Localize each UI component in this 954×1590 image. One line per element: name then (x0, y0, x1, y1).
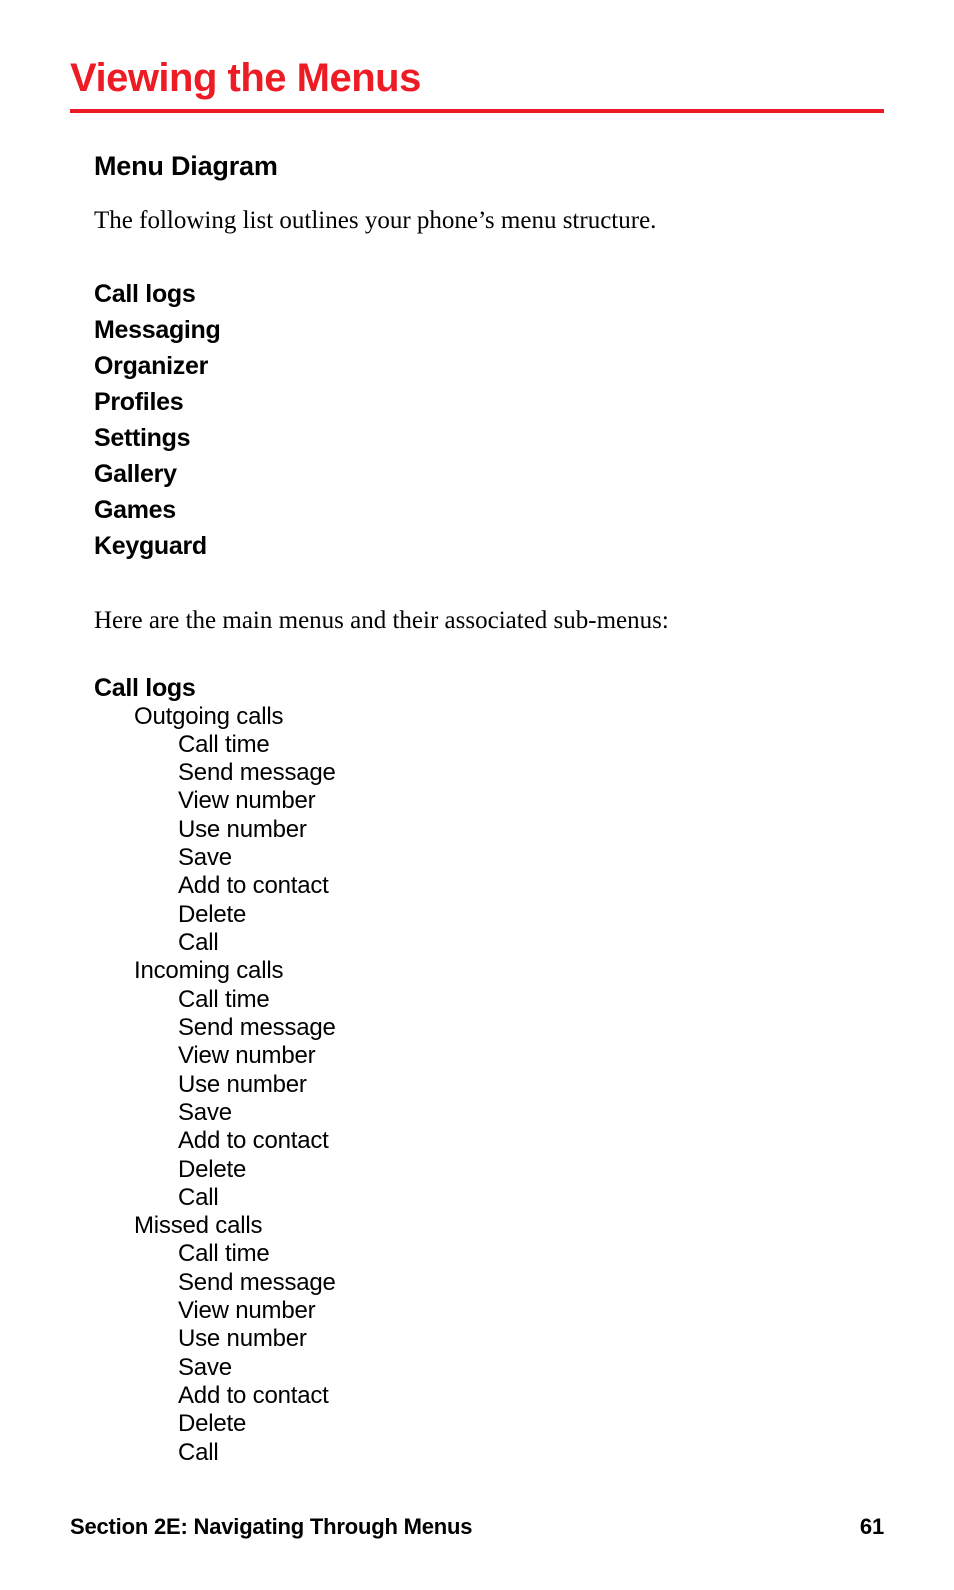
top-menu-item: Organizer (94, 348, 884, 384)
menu-group-item: Call time (94, 731, 884, 759)
menu-group-name: Outgoing calls (94, 703, 884, 731)
top-menu-item: Settings (94, 420, 884, 456)
top-menu-item: Messaging (94, 312, 884, 348)
page-footer: Section 2E: Navigating Through Menus 61 (70, 1514, 884, 1540)
menu-group-item: Delete (94, 1410, 884, 1438)
footer-page-number: 61 (860, 1514, 884, 1540)
menu-group-item: Delete (94, 901, 884, 929)
menu-group-item: Send message (94, 759, 884, 787)
top-menu-list: Call logsMessagingOrganizerProfilesSetti… (94, 276, 884, 564)
top-menu-item: Keyguard (94, 528, 884, 564)
menu-group-item: View number (94, 1042, 884, 1070)
menu-group-item: Save (94, 844, 884, 872)
title-rule (70, 109, 884, 113)
intro-paragraph: The following list outlines your phone’s… (94, 204, 884, 238)
menu-group-item: Save (94, 1354, 884, 1382)
menu-group-item: Use number (94, 816, 884, 844)
menu-group-item: Save (94, 1099, 884, 1127)
top-menu-item: Gallery (94, 456, 884, 492)
footer-section: Section 2E: Navigating Through Menus (70, 1514, 472, 1540)
subhead-menu-diagram: Menu Diagram (94, 151, 884, 182)
menu-group-name: Missed calls (94, 1212, 884, 1240)
menu-group-name: Incoming calls (94, 957, 884, 985)
menu-group-item: Send message (94, 1269, 884, 1297)
menu-group-item: Use number (94, 1071, 884, 1099)
sub-intro-paragraph: Here are the main menus and their associ… (94, 604, 884, 638)
menu-group-item: Call time (94, 1240, 884, 1268)
menu-tree-head: Call logs (94, 674, 884, 703)
menu-tree: Call logs Outgoing callsCall timeSend me… (94, 674, 884, 1467)
page-title: Viewing the Menus (70, 56, 884, 101)
menu-group-item: Add to contact (94, 872, 884, 900)
menu-group-item: Call (94, 1184, 884, 1212)
menu-group-item: Add to contact (94, 1127, 884, 1155)
menu-group-item: Call (94, 1439, 884, 1467)
menu-group-item: Delete (94, 1156, 884, 1184)
top-menu-item: Call logs (94, 276, 884, 312)
menu-group-item: View number (94, 787, 884, 815)
menu-group-item: View number (94, 1297, 884, 1325)
menu-group-item: Call (94, 929, 884, 957)
menu-group-item: Add to contact (94, 1382, 884, 1410)
menu-group-item: Send message (94, 1014, 884, 1042)
top-menu-item: Games (94, 492, 884, 528)
menu-group-item: Use number (94, 1325, 884, 1353)
top-menu-item: Profiles (94, 384, 884, 420)
menu-group-item: Call time (94, 986, 884, 1014)
